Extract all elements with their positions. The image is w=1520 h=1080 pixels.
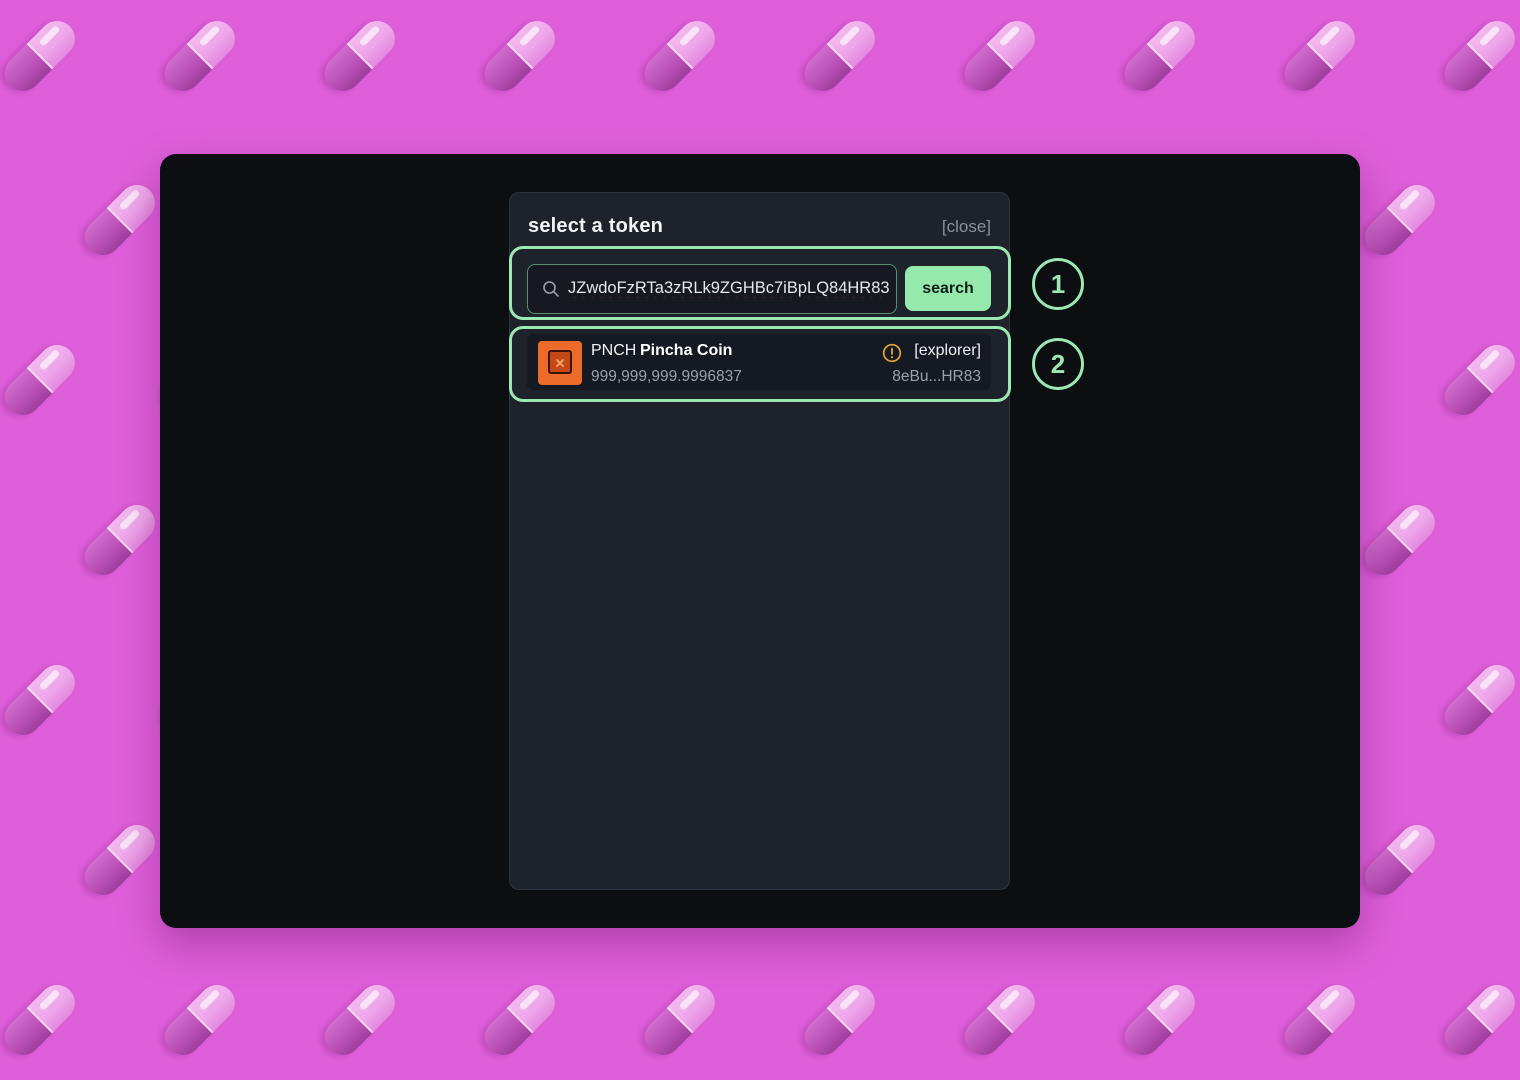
pill-icon (1277, 977, 1363, 1063)
token-name: Pincha Coin (640, 342, 733, 359)
pill-icon (797, 977, 883, 1063)
pill-icon (477, 13, 563, 99)
pill-icon (1437, 13, 1520, 99)
pill-icon (0, 657, 83, 743)
pill-icon (1117, 977, 1203, 1063)
pill-icon (637, 977, 723, 1063)
pill-icon (0, 13, 83, 99)
pill-icon (797, 13, 883, 99)
token-select-modal: select a token [close] search PNCH Pinch… (509, 192, 1010, 890)
pill-icon (1357, 177, 1443, 263)
pill-icon (957, 13, 1043, 99)
pill-icon (317, 13, 403, 99)
pill-icon (1437, 337, 1520, 423)
pill-icon (1277, 13, 1363, 99)
search-icon (543, 281, 559, 297)
pill-icon (77, 177, 163, 263)
pill-icon (477, 977, 563, 1063)
pill-icon (1437, 977, 1520, 1063)
pill-icon (1357, 817, 1443, 903)
pill-icon (0, 337, 83, 423)
token-logo-icon (538, 341, 582, 385)
annotation-badge-1: 1 (1032, 258, 1084, 310)
pill-icon (0, 977, 83, 1063)
search-row: search (527, 264, 991, 314)
pill-icon (1437, 657, 1520, 743)
modal-title: select a token (528, 215, 664, 237)
stage: select a token [close] search PNCH Pinch… (0, 0, 1520, 1080)
pill-icon (1357, 497, 1443, 583)
search-input[interactable] (568, 265, 890, 312)
explorer-link[interactable]: [explorer] (914, 342, 981, 360)
pill-icon (957, 977, 1043, 1063)
pill-icon (157, 13, 243, 99)
token-symbol: PNCH (591, 342, 637, 359)
close-button[interactable]: [close] (942, 217, 991, 237)
annotation-badge-2: 2 (1032, 338, 1084, 390)
pill-icon (1117, 13, 1203, 99)
token-row[interactable]: PNCH Pincha Coin 999,999,999.9996837 [ex… (527, 334, 991, 390)
token-balance: 999,999,999.9996837 (591, 368, 742, 385)
token-address: 8eBu...HR83 (892, 368, 981, 385)
pill-icon (637, 13, 723, 99)
pill-icon (77, 497, 163, 583)
search-button[interactable]: search (905, 266, 991, 311)
pill-icon (157, 977, 243, 1063)
pill-icon (317, 977, 403, 1063)
search-field[interactable] (527, 264, 897, 314)
pill-icon (77, 817, 163, 903)
warning-icon[interactable] (882, 343, 902, 363)
